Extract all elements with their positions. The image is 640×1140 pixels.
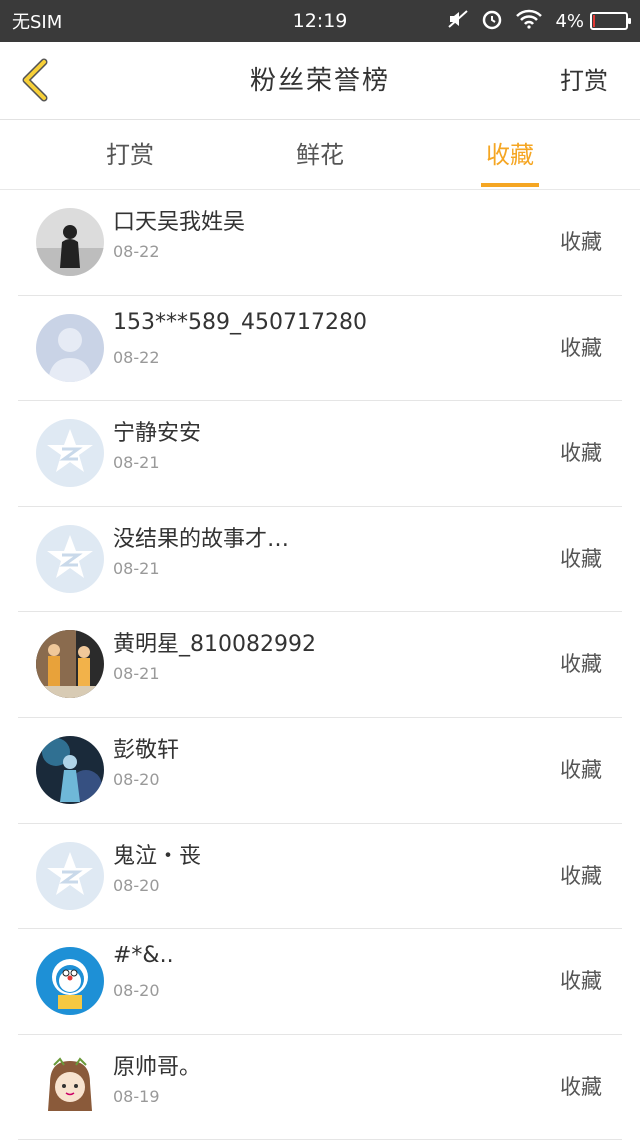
wifi-icon <box>515 9 543 33</box>
alarm-icon <box>481 8 503 34</box>
action-label: 收藏 <box>560 335 602 360</box>
fan-name: 鬼泣・丧 <box>113 843 202 869</box>
fan-date: 08-20 <box>113 981 160 1001</box>
list-item[interactable]: 原帅哥。 08-19 收藏 <box>18 1035 622 1140</box>
action-label: 收藏 <box>560 441 602 466</box>
fan-date: 08-22 <box>113 347 160 367</box>
battery-icon <box>590 12 631 30</box>
fan-date: 08-21 <box>113 453 160 473</box>
list-item[interactable]: 黄明星_810082992 08-21 收藏 <box>18 612 622 718</box>
list-item[interactable]: 没结果的故事才… 08-21 收藏 <box>18 507 622 613</box>
avatar <box>36 947 104 1016</box>
fan-list: 口天吴我姓吴 08-22 收藏 153***589_450717280 08-2… <box>0 190 640 1140</box>
action-label: 收藏 <box>560 230 602 254</box>
active-tab-indicator <box>481 183 539 187</box>
fan-date: 08-20 <box>113 875 160 895</box>
avatar <box>36 313 104 382</box>
fan-name: 黄明星_810082992 <box>113 632 316 658</box>
fan-date: 08-19 <box>113 1086 160 1106</box>
fan-name: 153***589_450717280 <box>113 309 367 335</box>
fan-name: 没结果的故事才… <box>113 526 290 552</box>
fan-name: 彭敬轩 <box>113 737 180 763</box>
battery-percent: 4% <box>555 10 584 32</box>
list-item[interactable]: 鬼泣・丧 08-20 收藏 <box>18 824 622 930</box>
fan-date: 08-21 <box>113 664 160 684</box>
nav-bar: 粉丝荣誉榜 打赏 <box>0 42 640 120</box>
avatar <box>36 524 104 593</box>
battery-indicator: 4% <box>555 10 631 32</box>
avatar <box>36 630 104 699</box>
list-item[interactable]: 彭敬轩 08-20 收藏 <box>18 718 622 824</box>
avatar <box>36 841 104 910</box>
list-item[interactable]: 口天吴我姓吴 08-22 收藏 <box>18 190 622 296</box>
fan-date: 08-21 <box>113 558 160 578</box>
action-label: 收藏 <box>560 969 602 994</box>
avatar <box>36 735 104 804</box>
action-label: 收藏 <box>560 652 602 677</box>
action-label: 收藏 <box>560 546 602 571</box>
tab-bar: 打赏 鲜花 收藏 <box>0 120 640 190</box>
fan-name: 口天吴我姓吴 <box>113 210 246 235</box>
avatar <box>36 208 104 276</box>
action-label: 收藏 <box>560 757 602 782</box>
tab-reward[interactable]: 打赏 <box>70 120 190 190</box>
mute-icon <box>447 9 469 33</box>
carrier-label: 无SIM <box>12 12 63 33</box>
tab-flowers[interactable]: 鲜花 <box>260 120 380 190</box>
fan-name: 宁静安安 <box>113 421 202 447</box>
fan-date: 08-20 <box>113 769 160 789</box>
action-label: 收藏 <box>560 863 602 888</box>
fan-date: 08-22 <box>113 242 160 261</box>
tab-collect[interactable]: 收藏 <box>450 120 570 190</box>
page-title: 粉丝荣誉榜 <box>249 65 390 96</box>
action-label: 收藏 <box>560 1074 602 1099</box>
list-item[interactable]: 宁静安安 08-21 收藏 <box>18 401 622 507</box>
status-bar: 无SIM 12:19 4% <box>0 0 640 42</box>
fan-name: 原帅哥。 <box>113 1054 202 1080</box>
reward-button[interactable]: 打赏 <box>560 42 608 120</box>
avatar <box>36 419 104 488</box>
avatar <box>36 1052 104 1121</box>
list-item[interactable]: 153***589_450717280 08-22 收藏 <box>18 296 622 402</box>
fan-name: #*&.. <box>113 943 174 969</box>
list-item[interactable]: #*&.. 08-20 收藏 <box>18 929 622 1035</box>
